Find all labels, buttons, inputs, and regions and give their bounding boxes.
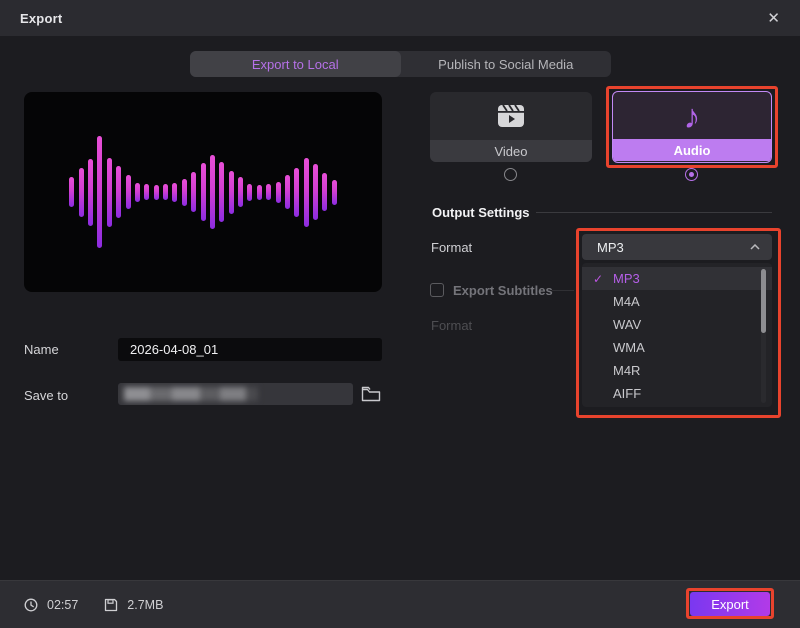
audio-type-card[interactable]: ♪ Audio — [612, 91, 772, 163]
format-select[interactable]: MP3 — [582, 234, 772, 260]
video-clapper-icon — [496, 103, 526, 129]
audio-preview — [24, 92, 382, 292]
save-to-input[interactable] — [118, 383, 353, 405]
dialog-title: Export — [20, 11, 62, 26]
output-settings-title: Output Settings — [432, 205, 530, 220]
scrollbar-thumb[interactable] — [761, 269, 766, 333]
section-divider — [536, 212, 772, 213]
export-button[interactable]: Export — [690, 592, 770, 616]
dropdown-option-aiff[interactable]: AIFF — [582, 382, 772, 405]
audio-radio-button[interactable] — [685, 168, 698, 181]
file-size-disk-icon — [104, 598, 118, 612]
name-label: Name — [24, 342, 59, 357]
chevron-up-icon — [750, 244, 760, 250]
option-label: WAV — [613, 317, 641, 332]
tab-export-to-local[interactable]: Export to Local — [190, 51, 401, 77]
footer-bar: 02:57 2.7MB — [0, 580, 800, 628]
redacted-path — [124, 387, 258, 401]
format-label: Format — [431, 240, 472, 255]
export-dialog: Export ✕ Export to Local Publish to Soci… — [0, 0, 800, 628]
export-subtitles-label: Export Subtitles — [453, 283, 553, 298]
option-label: M4A — [613, 294, 640, 309]
option-label: WMA — [613, 340, 645, 355]
title-bar: Export ✕ — [0, 0, 800, 36]
file-size-value: 2.7MB — [127, 598, 163, 612]
subtitles-divider — [552, 290, 574, 291]
save-to-label: Save to — [24, 388, 68, 403]
close-icon[interactable]: ✕ — [763, 9, 784, 28]
option-label: AIFF — [613, 386, 641, 401]
format-selected-value: MP3 — [597, 240, 624, 255]
format-dropdown-list: ✓ MP3 M4A WAV WMA M4R AIFF — [582, 263, 772, 407]
music-note-icon: ♪ — [684, 100, 701, 134]
duration-value: 02:57 — [47, 598, 78, 612]
dropdown-option-m4r[interactable]: M4R — [582, 359, 772, 382]
dropdown-option-m4a[interactable]: M4A — [582, 290, 772, 313]
dropdown-option-wav[interactable]: WAV — [582, 313, 772, 336]
browse-folder-icon[interactable] — [361, 386, 381, 402]
name-input[interactable] — [118, 338, 382, 361]
waveform-visualization — [67, 92, 339, 292]
check-icon: ✓ — [593, 272, 613, 286]
duration-clock-icon — [24, 598, 38, 612]
video-type-card[interactable]: Video — [430, 92, 592, 162]
export-subtitles-checkbox[interactable] — [430, 283, 444, 297]
tab-publish-to-social-media[interactable]: Publish to Social Media — [401, 51, 612, 77]
dropdown-option-mp3[interactable]: ✓ MP3 — [582, 267, 772, 290]
export-destination-tabs: Export to Local Publish to Social Media — [190, 51, 611, 77]
video-label: Video — [430, 140, 592, 162]
subtitle-format-label: Format — [431, 318, 472, 333]
option-label: M4R — [613, 363, 640, 378]
video-radio-button[interactable] — [504, 168, 517, 181]
audio-label: Audio — [613, 139, 771, 161]
dropdown-scrollbar[interactable] — [761, 269, 766, 403]
dropdown-option-wma[interactable]: WMA — [582, 336, 772, 359]
option-label: MP3 — [613, 271, 640, 286]
